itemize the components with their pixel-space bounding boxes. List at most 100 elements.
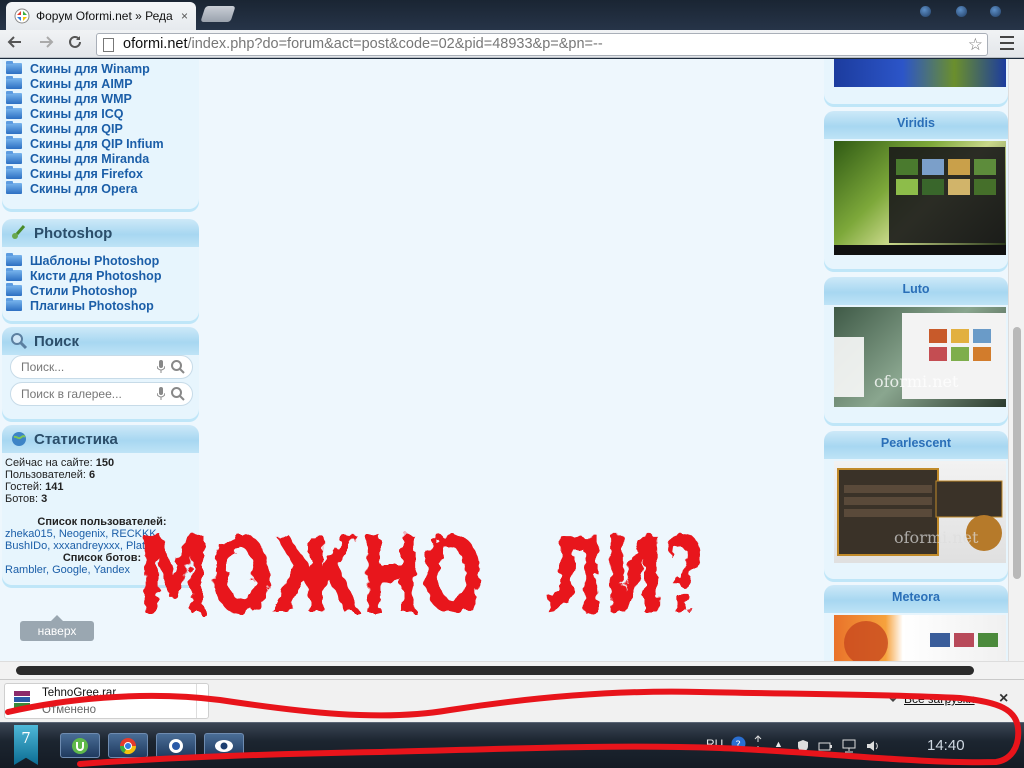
sidebar-link[interactable]: Скины для Winamp bbox=[2, 61, 199, 76]
skins-block: Скины для Winamp Скины для AIMP Скины дл… bbox=[2, 59, 199, 209]
theme-card: Luto oformi.net bbox=[824, 277, 1008, 423]
bookmark-star-icon[interactable]: ☆ bbox=[968, 34, 983, 55]
globe-icon bbox=[12, 432, 26, 446]
arrow-left-icon bbox=[7, 36, 21, 48]
winrar-archive-icon bbox=[14, 691, 30, 709]
sidebar-link[interactable]: Скины для Firefox bbox=[2, 166, 199, 181]
sidebar-link[interactable]: Скины для Opera bbox=[2, 181, 199, 196]
microphone-icon[interactable] bbox=[157, 387, 165, 400]
sidebar-link[interactable]: Плагины Photoshop bbox=[2, 298, 199, 313]
taskbar-app-utorrent[interactable] bbox=[60, 733, 100, 758]
theme-thumbnail[interactable]: oformi.net bbox=[834, 307, 1006, 407]
screenshot-preview: oformi.net bbox=[834, 313, 1006, 399]
new-tab-button[interactable] bbox=[200, 6, 236, 22]
sidebar-link[interactable]: Шаблоны Photoshop bbox=[2, 253, 199, 268]
theme-thumbnail[interactable] bbox=[834, 615, 1006, 661]
user-list[interactable]: BushIDo, xxxandreyxxx, Plat bbox=[5, 540, 199, 552]
theme-title[interactable]: Viridis bbox=[824, 111, 1008, 139]
tab-close-icon[interactable]: × bbox=[181, 9, 188, 23]
browser-menu-button[interactable] bbox=[997, 32, 1017, 54]
language-indicator[interactable]: RU bbox=[706, 737, 723, 751]
site-search-input[interactable]: Поиск... bbox=[10, 355, 193, 379]
sidebar-link[interactable]: Скины для Miranda bbox=[2, 151, 199, 166]
taskbar-app-eye[interactable] bbox=[204, 733, 244, 758]
folder-icon bbox=[6, 298, 22, 311]
photoshop-heading: Photoshop bbox=[2, 219, 199, 247]
sidebar-link[interactable]: Скины для WMP bbox=[2, 91, 199, 106]
reload-button[interactable] bbox=[64, 34, 86, 54]
theme-thumbnail[interactable]: oformi.net bbox=[834, 461, 1006, 563]
theme-thumbnail[interactable] bbox=[834, 59, 1006, 87]
theme-card: Meteora bbox=[824, 585, 1008, 661]
sidebar-link[interactable]: Кисти для Photoshop bbox=[2, 268, 199, 283]
search-icon[interactable] bbox=[170, 359, 186, 375]
folder-icon bbox=[6, 181, 22, 194]
stats-content: Сейчас на сайте: 150 Пользователей: 6 Го… bbox=[2, 453, 199, 576]
sidebar-link[interactable]: Скины для AIMP bbox=[2, 76, 199, 91]
browser-toolbar: oformi.net/index.php?do=forum&act=post&c… bbox=[0, 30, 1024, 58]
app-icon bbox=[169, 738, 183, 753]
folder-icon bbox=[6, 121, 22, 134]
theme-title[interactable]: Pearlescent bbox=[824, 431, 1008, 459]
url-path: /index.php?do=forum&act=post&code=02&pid… bbox=[187, 36, 603, 52]
sidebar-link[interactable]: Скины для ICQ bbox=[2, 106, 199, 121]
minimize-window-icon[interactable] bbox=[920, 6, 931, 17]
sidebar-link[interactable]: Скины для QIP bbox=[2, 121, 199, 136]
watermark-text: oformi.net bbox=[874, 372, 959, 391]
photoshop-block: Photoshop Шаблоны Photoshop Кисти для Ph… bbox=[2, 219, 199, 321]
taskbar-app-chrome[interactable] bbox=[108, 733, 148, 758]
arrow-right-icon bbox=[40, 36, 54, 48]
user-list[interactable]: zheka015, Neogenix, RECKKK, bbox=[5, 528, 199, 540]
search-block: Поиск Поиск... Поиск в галерее... bbox=[2, 327, 199, 419]
forward-button[interactable] bbox=[35, 34, 57, 54]
help-icon[interactable]: ? bbox=[731, 736, 746, 751]
download-file-name: TehnoGree.rar bbox=[42, 687, 117, 699]
close-shelf-icon[interactable]: × bbox=[999, 690, 1008, 708]
taskbar-app[interactable] bbox=[156, 733, 196, 758]
taskbar-clock[interactable]: 14:40 bbox=[927, 737, 965, 754]
theme-title[interactable]: Luto bbox=[824, 277, 1008, 305]
scrollbar-thumb[interactable] bbox=[16, 666, 974, 675]
address-bar[interactable]: oformi.net/index.php?do=forum&act=post&c… bbox=[96, 33, 988, 56]
sidebar-link[interactable]: Скины для QIP Infium bbox=[2, 136, 199, 151]
scroll-to-top-button[interactable]: наверх bbox=[20, 615, 94, 641]
stats-block: Статистика Сейчас на сайте: 150 Пользова… bbox=[2, 425, 199, 585]
microphone-icon[interactable] bbox=[157, 360, 165, 373]
battery-icon[interactable] bbox=[818, 739, 832, 753]
brush-icon bbox=[12, 225, 26, 239]
browser-titlebar: Форум Oformi.net » Реда × bbox=[0, 0, 1024, 30]
theme-thumbnail[interactable] bbox=[834, 141, 1006, 255]
download-item[interactable]: TehnoGree.rar Отменено ▼ bbox=[4, 683, 209, 719]
shield-icon[interactable] bbox=[796, 739, 810, 753]
scrollbar-thumb[interactable] bbox=[1013, 327, 1021, 579]
url-host: oformi.net bbox=[123, 36, 188, 52]
theme-title[interactable]: Meteora bbox=[824, 585, 1008, 613]
folder-icon bbox=[6, 268, 22, 281]
language-arrows-icon[interactable] bbox=[754, 735, 762, 753]
sidebar-link[interactable]: Стили Photoshop bbox=[2, 283, 199, 298]
folder-icon bbox=[6, 76, 22, 89]
web-page: Скины для Winamp Скины для AIMP Скины дл… bbox=[0, 59, 1024, 661]
close-window-icon[interactable] bbox=[990, 6, 1001, 17]
maximize-window-icon[interactable] bbox=[956, 6, 967, 17]
browser-tab[interactable]: Форум Oformi.net » Реда × bbox=[6, 2, 196, 30]
screenshot-preview bbox=[844, 621, 998, 661]
theme-card bbox=[824, 59, 1008, 104]
gallery-search-input[interactable]: Поиск в галерее... bbox=[10, 382, 193, 406]
download-menu-arrow-icon[interactable]: ▼ bbox=[196, 684, 208, 718]
download-shelf: TehnoGree.rar Отменено ▼ Все загрузки × bbox=[0, 679, 1024, 722]
windows-taskbar: 7 RU ? ▲ 14:40 bbox=[0, 722, 1024, 768]
show-hidden-icons-icon[interactable]: ▲ bbox=[774, 739, 783, 749]
network-icon[interactable] bbox=[842, 739, 856, 753]
folder-icon bbox=[6, 283, 22, 296]
horizontal-scrollbar[interactable] bbox=[0, 661, 1024, 679]
all-downloads-link[interactable]: Все загрузки bbox=[888, 692, 975, 706]
page-icon bbox=[103, 38, 114, 52]
volume-icon[interactable] bbox=[866, 739, 880, 753]
vertical-scrollbar[interactable] bbox=[1008, 59, 1024, 661]
start-button[interactable]: 7 bbox=[14, 725, 38, 765]
search-icon[interactable] bbox=[170, 386, 186, 402]
back-button[interactable] bbox=[4, 34, 26, 54]
folder-icon bbox=[6, 106, 22, 119]
download-arrow-icon bbox=[889, 694, 897, 703]
